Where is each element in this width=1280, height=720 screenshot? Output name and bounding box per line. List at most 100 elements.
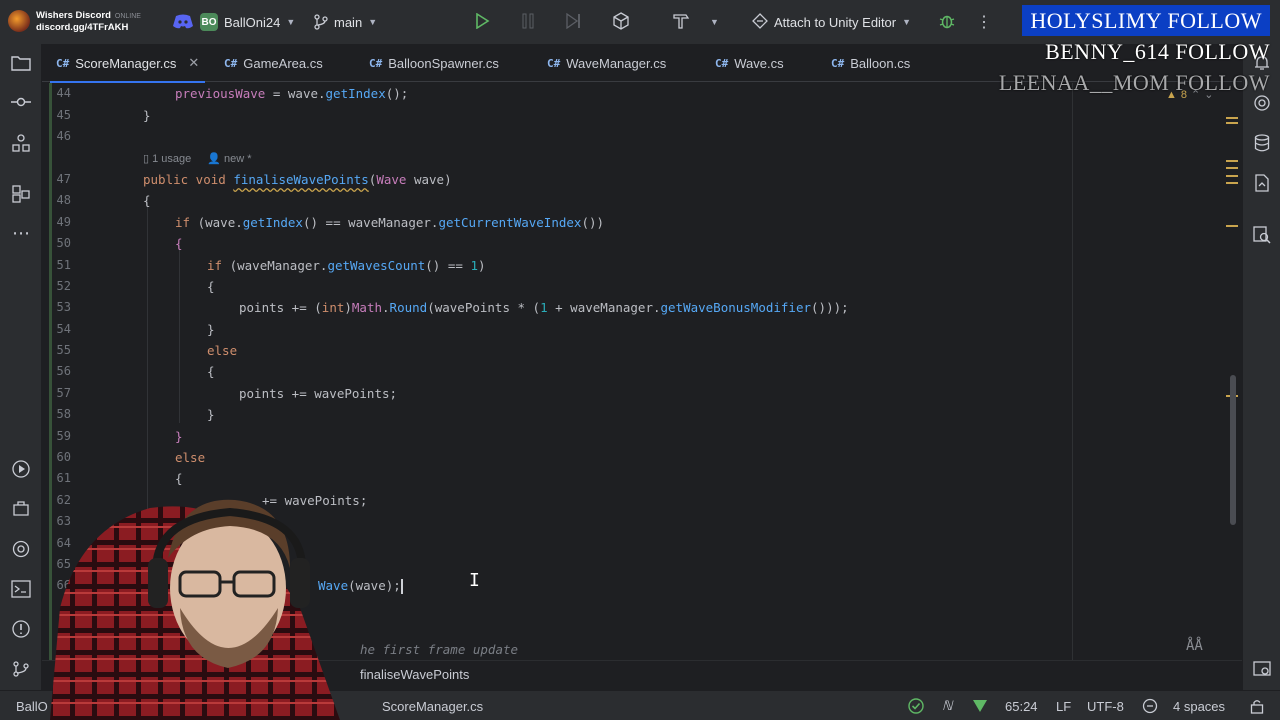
code-comment: he first frame update [360,642,519,657]
csharp-file-icon: C# [224,56,238,70]
unity-button[interactable] [612,0,630,44]
cursor-position[interactable]: 65:24 [1005,691,1038,720]
tab-wavemanager[interactable]: C# WaveManager.cs [541,44,672,82]
commit-icon[interactable] [10,91,32,113]
line-number: 60 [56,450,71,464]
follow-alert: HOLYSLIMY FOLLOW [1022,5,1270,36]
code-line-52: { [207,279,215,294]
line-ending[interactable]: LF [1056,691,1071,720]
build-button[interactable] [672,0,690,44]
pause-icon [520,13,536,32]
usage-hint[interactable]: ▯ 1 usage [143,152,191,165]
structure-icon[interactable] [10,132,32,154]
problems-icon[interactable] [10,618,32,640]
line-number: 50 [56,236,71,250]
line-number: 58 [56,407,71,421]
ibeam-cursor-icon: 𝙸 [469,570,480,591]
more-horizontal-icon[interactable]: ⋯ [10,222,32,244]
line-number: 49 [56,215,71,229]
code-line-60: else [175,450,206,465]
code-line-53: points += (int)Math.Round(wavePoints * (… [239,300,849,315]
unity-explorer-icon[interactable] [10,498,32,520]
lock-icon[interactable] [1250,691,1264,720]
warning-marker[interactable] [1226,225,1238,227]
warning-marker[interactable] [1226,117,1238,119]
csharp-file-icon: C# [715,56,729,70]
build-options[interactable]: ▼ [710,0,719,44]
warning-marker[interactable] [1226,182,1238,184]
csharp-file-icon: C# [369,56,383,70]
discord-icon [172,14,194,30]
git-icon[interactable] [10,658,32,680]
git-branch-icon [314,14,328,30]
code-line-55: else [207,343,238,358]
run-button[interactable] [474,0,490,44]
tab-label: BalloonSpawner.cs [388,55,499,71]
pause-button[interactable] [520,0,536,44]
terminal-icon[interactable] [10,578,32,600]
line-number: 61 [56,471,71,485]
layout-icon[interactable] [1251,658,1273,680]
editor-scrollbar[interactable] [1226,105,1240,645]
chevron-down-icon: ▼ [902,17,912,27]
tab-balloonspawner[interactable]: C# BalloonSpawner.cs [363,44,505,82]
tab-label: Wave.cs [734,55,784,71]
scrollbar-thumb[interactable] [1230,375,1236,525]
folder-icon[interactable] [10,52,32,74]
attach-unity-editor-button[interactable]: Attach to Unity Editor ▼ [752,0,911,44]
reader-mode-icon[interactable]: ÅÅ [1186,638,1203,654]
csharp-file-icon: C# [547,56,561,70]
unity-logo-icon[interactable] [10,538,32,560]
attach-icon [752,12,768,32]
run-tool-icon[interactable] [10,458,32,480]
check-icon[interactable] [908,691,924,720]
line-number: 56 [56,364,71,378]
warning-marker[interactable] [1226,122,1238,124]
step-icon [565,12,583,32]
code-vision-hints[interactable]: ▯ 1 usage 👤 new * [143,152,252,165]
branch-selector[interactable]: main ▼ [314,0,377,44]
document-icon[interactable] [1251,172,1273,194]
close-icon[interactable]: ✕ [188,55,199,71]
unity-icon [612,11,630,33]
find-usages-icon[interactable] [1251,224,1273,246]
text-cursor [400,579,403,594]
debug-button[interactable] [938,0,956,44]
status-file[interactable]: ScoreManager.cs [382,691,483,720]
line-number: 54 [56,322,71,336]
more-actions-button[interactable]: ⋮ [976,0,992,44]
step-button[interactable] [565,0,583,44]
hierarchy-icon[interactable] [10,183,32,205]
left-tool-strip: ⋯ [0,44,42,694]
vim-mode-icon[interactable] [972,691,988,720]
attach-label: Attach to Unity Editor [774,14,897,30]
line-number: 51 [56,258,71,272]
discord-invite: discord.gg/4TFrAKH [36,21,129,33]
warning-marker[interactable] [1226,160,1238,162]
code-line-51: if (waveManager.getWavesCount() == 1) [207,258,486,273]
line-number: 52 [56,279,71,293]
code-line-56: { [207,364,215,379]
headset-cup [148,558,168,608]
tab-wave[interactable]: C# Wave.cs [709,44,790,82]
code-line-57: points += wavePoints; [239,386,398,401]
tab-scoremanager[interactable]: C# ScoreManager.cs ✕ [50,44,206,83]
more-vertical-icon: ⋮ [976,14,992,31]
tab-balloon[interactable]: C# Balloon.cs [825,44,916,82]
author-hint[interactable]: 👤 new * [207,152,251,165]
code-line-48: { [143,193,151,208]
warning-marker[interactable] [1226,175,1238,177]
chevron-down-icon: ▼ [710,17,719,27]
line-number: 55 [56,343,71,357]
webcam-overlay [40,488,380,720]
warning-marker[interactable] [1226,167,1238,169]
database-icon[interactable] [1251,132,1273,154]
file-encoding[interactable]: UTF-8 [1087,691,1124,720]
right-tool-strip [1242,44,1280,694]
project-switcher[interactable]: BO BallOni24 ▼ [172,0,295,44]
indent-setting[interactable]: 4 spaces [1173,691,1225,720]
tab-gamearea[interactable]: C# GameArea.cs [218,44,329,82]
line-number: 48 [56,193,71,207]
ai-icon[interactable]: ℕ [942,691,952,720]
code-style-icon[interactable] [1142,691,1158,720]
